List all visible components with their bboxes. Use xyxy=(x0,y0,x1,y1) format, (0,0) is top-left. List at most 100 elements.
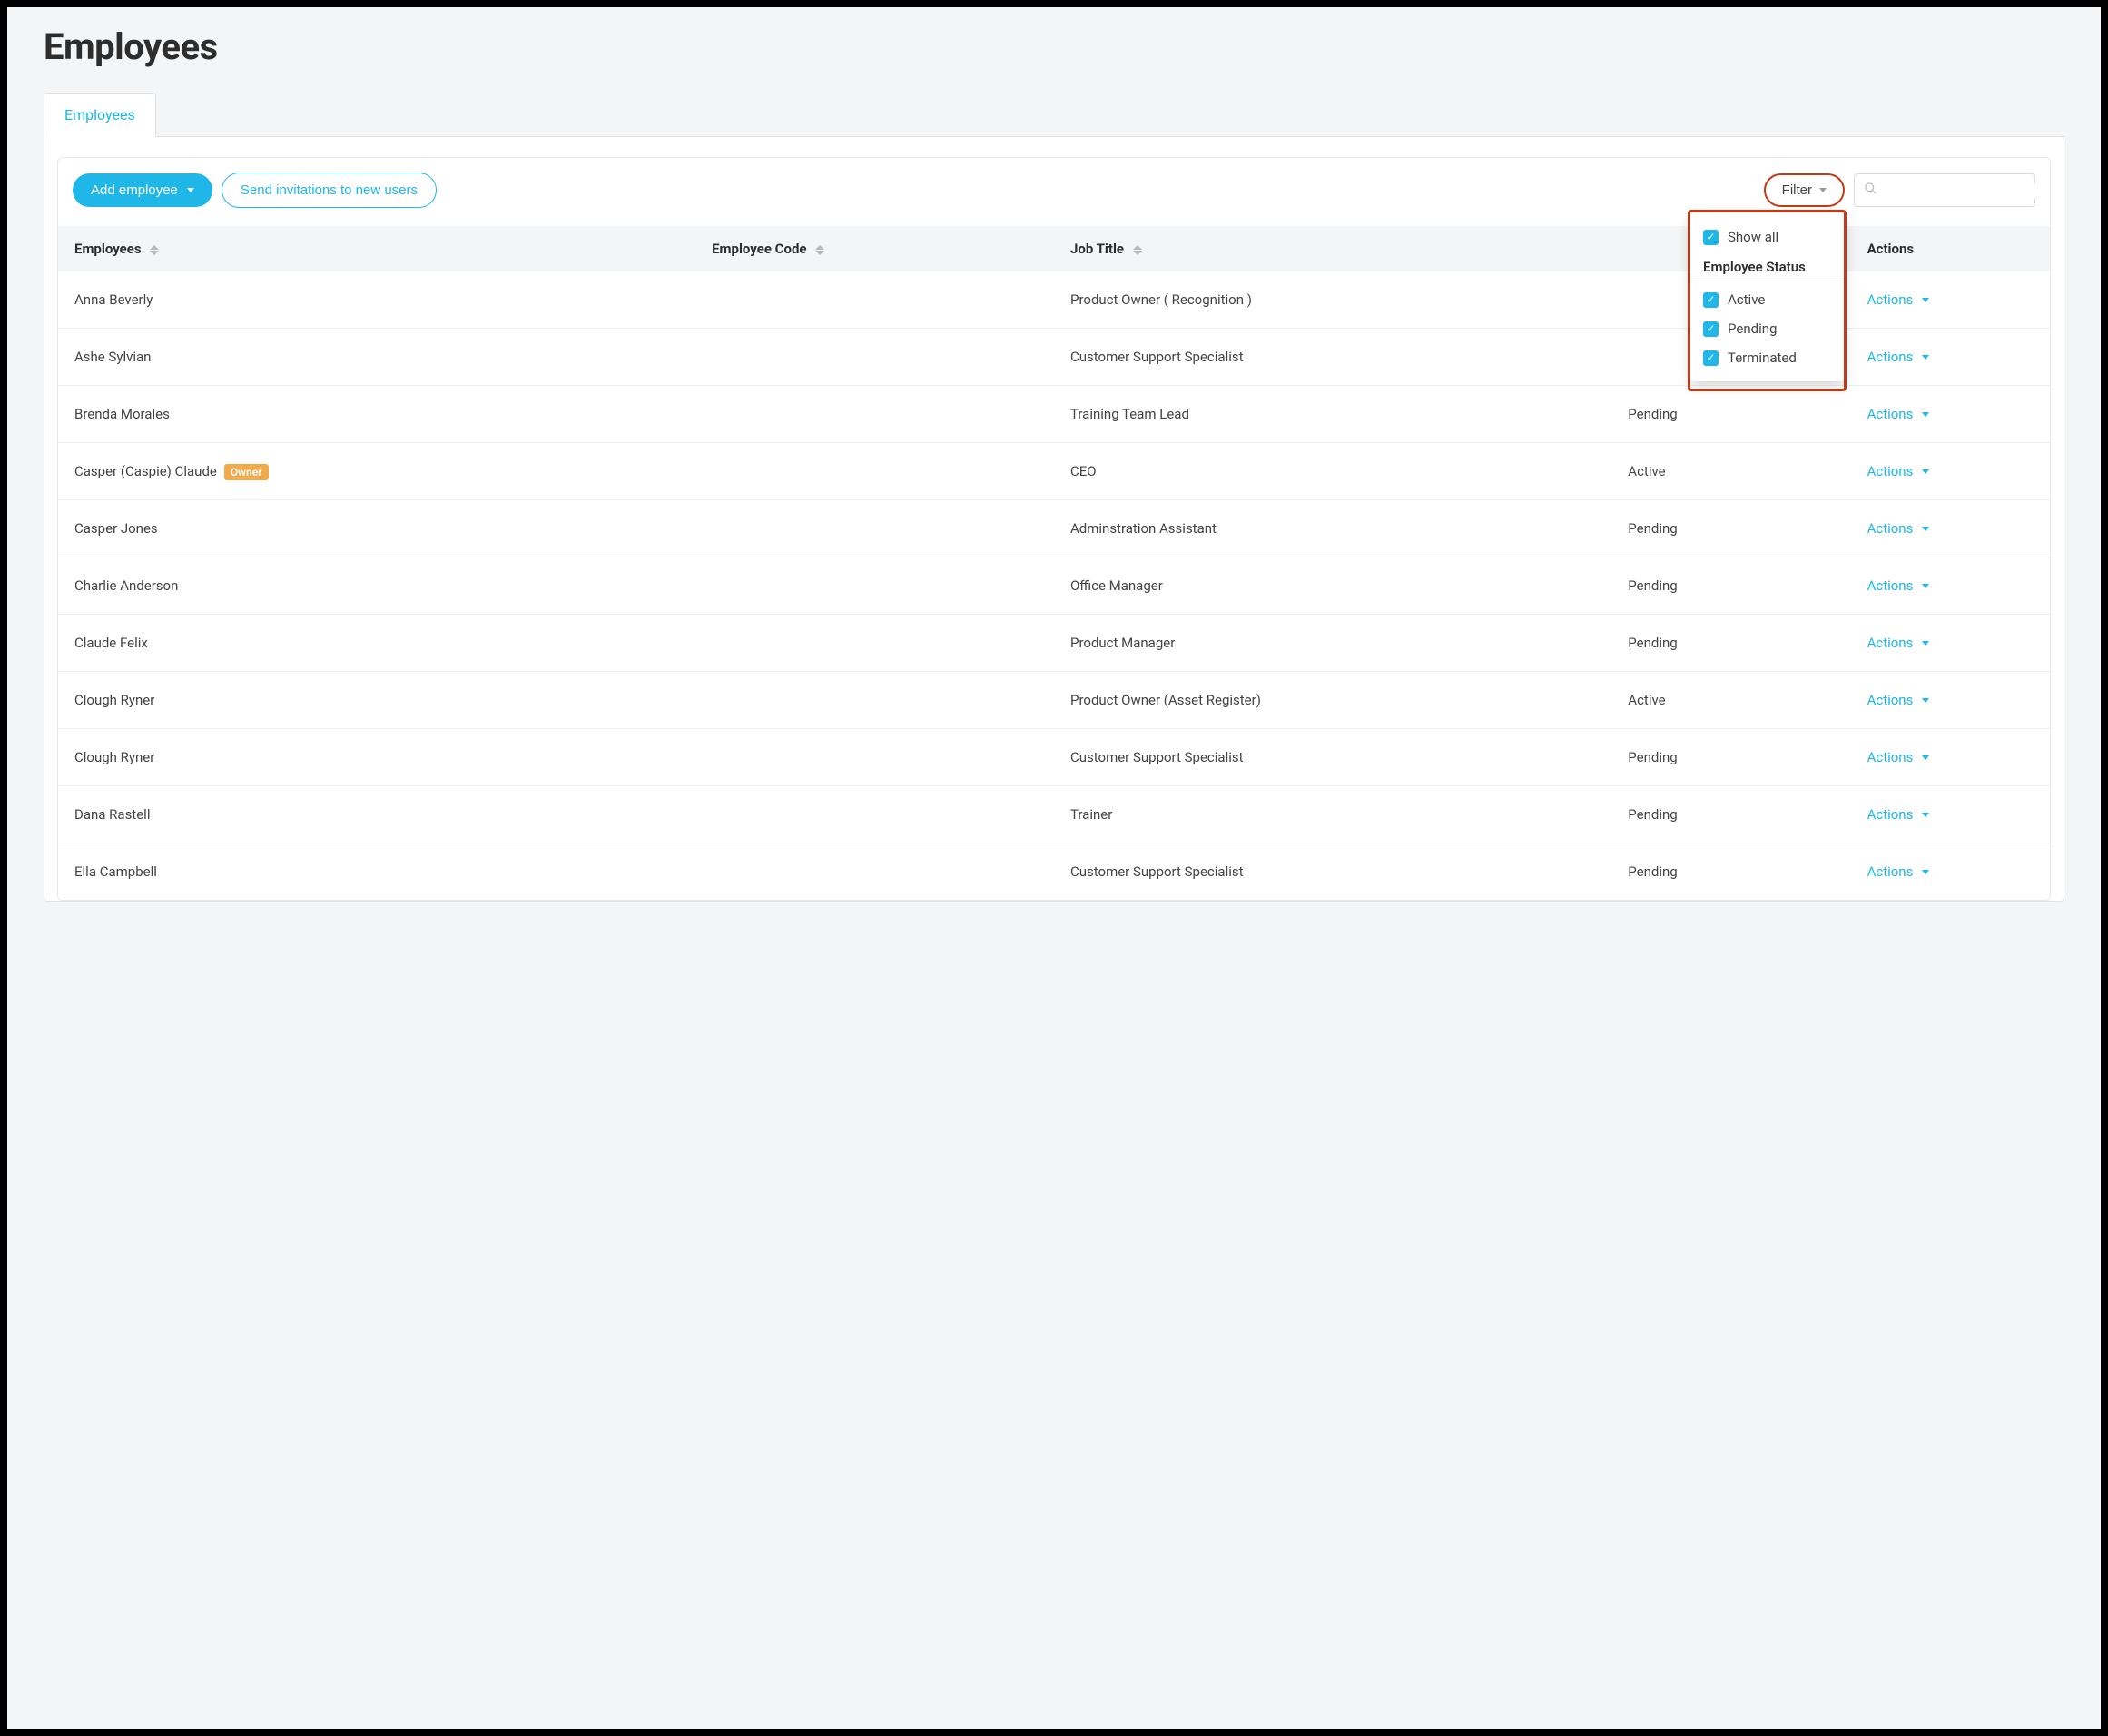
actions-label: Actions xyxy=(1867,463,1914,479)
cell-employee-name: Charlie Anderson xyxy=(58,557,695,615)
col-header-job-title[interactable]: Job Title xyxy=(1054,226,1611,271)
cell-actions: Actions xyxy=(1851,386,2050,443)
employee-name: Charlie Anderson xyxy=(74,577,178,594)
cell-employee-name: Anna Beverly xyxy=(58,271,695,329)
chevron-down-icon xyxy=(1922,469,1929,474)
cell-job-title: Training Team Lead xyxy=(1054,386,1611,443)
cell-actions: Actions xyxy=(1851,843,2050,901)
cell-employee-name: Casper (Caspie) Claude Owner xyxy=(58,443,695,500)
filter-button[interactable]: Filter xyxy=(1764,173,1845,207)
actions-dropdown[interactable]: Actions xyxy=(1867,635,1930,651)
cell-job-title: Customer Support Specialist xyxy=(1054,329,1611,386)
actions-label: Actions xyxy=(1867,577,1914,594)
search-input[interactable] xyxy=(1885,183,2049,198)
chevron-down-icon xyxy=(1922,584,1929,588)
filter-option-active[interactable]: ✓ Active xyxy=(1690,285,1845,314)
filter-option-label: Terminated xyxy=(1728,350,1797,366)
actions-dropdown[interactable]: Actions xyxy=(1867,349,1930,365)
employee-name: Claude Felix xyxy=(74,635,148,651)
col-header-employee-code[interactable]: Employee Code xyxy=(695,226,1054,271)
table-row: Clough RynerProduct Owner (Asset Registe… xyxy=(58,672,2050,729)
cell-status: Pending xyxy=(1611,843,1850,901)
table-row: Charlie AndersonOffice ManagerPendingAct… xyxy=(58,557,2050,615)
chevron-down-icon xyxy=(1922,527,1929,531)
cell-actions: Actions xyxy=(1851,786,2050,843)
filter-option-label: Pending xyxy=(1728,321,1777,337)
table-row: Dana RastellTrainerPendingActions xyxy=(58,786,2050,843)
actions-label: Actions xyxy=(1867,806,1914,823)
chevron-down-icon xyxy=(1922,355,1929,360)
cell-actions: Actions xyxy=(1851,557,2050,615)
employee-name: Ashe Sylvian xyxy=(74,349,151,365)
actions-dropdown[interactable]: Actions xyxy=(1867,520,1930,537)
cell-employee-name: Clough Ryner xyxy=(58,729,695,786)
actions-dropdown[interactable]: Actions xyxy=(1867,749,1930,765)
actions-dropdown[interactable]: Actions xyxy=(1867,463,1930,479)
main-panel: Add employee Send invitations to new use… xyxy=(44,137,2064,902)
actions-dropdown[interactable]: Actions xyxy=(1867,577,1930,594)
cell-employee-code xyxy=(695,672,1054,729)
cell-employee-code xyxy=(695,729,1054,786)
cell-job-title: Product Owner ( Recognition ) xyxy=(1054,271,1611,329)
table-row: Casper (Caspie) ClaudeOwnerCEOActiveActi… xyxy=(58,443,2050,500)
chevron-down-icon xyxy=(1922,698,1929,703)
filter-show-all[interactable]: ✓ Show all xyxy=(1690,222,1845,252)
add-employee-label: Add employee xyxy=(91,182,178,198)
search-icon xyxy=(1864,182,1877,199)
filter-option-terminated[interactable]: ✓ Terminated xyxy=(1690,343,1845,372)
chevron-down-icon xyxy=(1819,188,1827,192)
checkbox-checked-icon: ✓ xyxy=(1703,292,1719,308)
owner-badge: Owner xyxy=(224,464,269,480)
actions-dropdown[interactable]: Actions xyxy=(1867,291,1930,308)
actions-label: Actions xyxy=(1867,520,1914,537)
add-employee-button[interactable]: Add employee xyxy=(73,173,212,207)
table-row: Clough RynerCustomer Support SpecialistP… xyxy=(58,729,2050,786)
table-row: Casper JonesAdminstration AssistantPendi… xyxy=(58,500,2050,557)
checkbox-checked-icon: ✓ xyxy=(1703,350,1719,366)
actions-dropdown[interactable]: Actions xyxy=(1867,692,1930,708)
tab-employees[interactable]: Employees xyxy=(44,93,156,137)
actions-dropdown[interactable]: Actions xyxy=(1867,806,1930,823)
cell-status: Pending xyxy=(1611,500,1850,557)
employee-name: Brenda Morales xyxy=(74,406,170,422)
cell-job-title: Customer Support Specialist xyxy=(1054,729,1611,786)
col-header-actions: Actions xyxy=(1851,226,2050,271)
cell-employee-code xyxy=(695,329,1054,386)
cell-actions: Actions xyxy=(1851,615,2050,672)
chevron-down-icon xyxy=(1922,870,1929,874)
actions-dropdown[interactable]: Actions xyxy=(1867,863,1930,880)
cell-employee-name: Dana Rastell xyxy=(58,786,695,843)
cell-job-title: Product Manager xyxy=(1054,615,1611,672)
toolbar: Add employee Send invitations to new use… xyxy=(58,158,2050,226)
employee-name: Anna Beverly xyxy=(74,291,153,308)
cell-status: Pending xyxy=(1611,615,1850,672)
table-row: Ella CampbellCustomer Support Specialist… xyxy=(58,843,2050,901)
col-header-label: Actions xyxy=(1867,241,1915,257)
col-header-label: Employee Code xyxy=(712,241,806,257)
employee-name: Casper (Caspie) Claude xyxy=(74,463,217,479)
filter-option-label: Active xyxy=(1728,291,1765,308)
cell-actions: Actions xyxy=(1851,443,2050,500)
chevron-down-icon xyxy=(1922,641,1929,646)
filter-popover: ✓ Show all Employee Status ✓ Active ✓ Pe… xyxy=(1690,213,1845,381)
cell-employee-name: Casper Jones xyxy=(58,500,695,557)
sort-icon xyxy=(150,245,159,255)
actions-dropdown[interactable]: Actions xyxy=(1867,406,1930,422)
cell-status: Pending xyxy=(1611,386,1850,443)
send-invitations-button[interactable]: Send invitations to new users xyxy=(222,173,437,208)
filter-group-title: Employee Status xyxy=(1690,252,1845,281)
employee-name: Casper Jones xyxy=(74,520,158,537)
cell-employee-name: Claude Felix xyxy=(58,615,695,672)
cell-employee-code xyxy=(695,271,1054,329)
cell-status: Pending xyxy=(1611,786,1850,843)
cell-employee-name: Ashe Sylvian xyxy=(58,329,695,386)
cell-job-title: CEO xyxy=(1054,443,1611,500)
actions-label: Actions xyxy=(1867,692,1914,708)
filter-show-all-label: Show all xyxy=(1728,229,1778,245)
cell-employee-code xyxy=(695,500,1054,557)
filter-option-pending[interactable]: ✓ Pending xyxy=(1690,314,1845,343)
col-header-employees[interactable]: Employees xyxy=(58,226,695,271)
sort-icon xyxy=(815,245,824,255)
search-box[interactable] xyxy=(1854,173,2035,207)
cell-employee-code xyxy=(695,843,1054,901)
